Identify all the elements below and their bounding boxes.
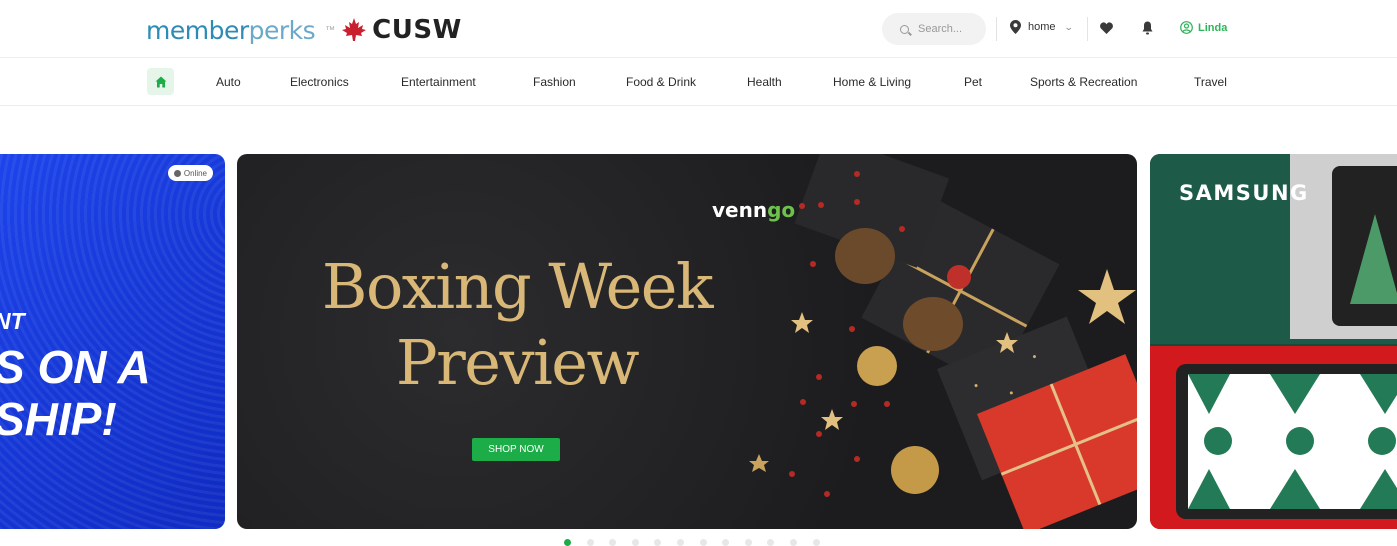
nav-item-fashion[interactable]: Fashion (533, 75, 576, 89)
carousel-slide-next[interactable]: SAMSUNG (1150, 154, 1397, 529)
globe-icon (173, 169, 181, 177)
carousel-dot[interactable] (609, 539, 617, 546)
user-name: Linda (1198, 21, 1228, 34)
search-placeholder: Search... (918, 23, 963, 35)
carousel-dot[interactable] (722, 539, 730, 546)
category-nav: Auto Electronics Entertainment Fashion F… (0, 58, 1397, 106)
bell-icon[interactable] (1142, 21, 1153, 35)
heart-icon[interactable] (1100, 22, 1113, 34)
online-badge: Online (167, 165, 213, 181)
carousel-dot[interactable] (699, 539, 707, 546)
nav-item-auto[interactable]: Auto (216, 75, 241, 89)
carousel-dot[interactable] (564, 539, 571, 546)
search-input[interactable]: Search... (882, 13, 986, 45)
chevron-down-icon: ⌄ (1063, 21, 1074, 32)
brand-separator: ™ (325, 24, 336, 36)
nav-item-entertainment[interactable]: Entertainment (401, 75, 476, 89)
carousel-dot[interactable] (789, 539, 797, 546)
promo-line: SHIP! (0, 393, 117, 445)
venngo-logo: venngo (712, 198, 796, 222)
nav-item-electronics[interactable]: Electronics (290, 75, 349, 89)
home-button[interactable] (147, 68, 174, 95)
nav-item-food-drink[interactable]: Food & Drink (626, 75, 696, 89)
top-header: memberperks ™ CUSW Search... home ⌄ Lind… (0, 0, 1397, 58)
brand-cusw: CUSW (372, 15, 462, 45)
nav-item-travel[interactable]: Travel (1194, 75, 1227, 89)
nav-item-sports-recreation[interactable]: Sports & Recreation (1030, 75, 1137, 89)
home-icon (155, 76, 166, 87)
header-divider (996, 17, 997, 41)
carousel-dot[interactable] (767, 539, 775, 546)
samsung-logo: SAMSUNG (1179, 181, 1309, 205)
promo-line: S ON A (0, 341, 151, 393)
online-badge-label: Online (183, 168, 207, 178)
brand-logo[interactable]: memberperks ™ CUSW (146, 12, 462, 48)
header-divider (1087, 17, 1088, 41)
slide-headline: Preview (395, 326, 640, 399)
brand-memberperks: memberperks (146, 15, 316, 45)
carousel-dot[interactable] (586, 539, 594, 546)
search-icon (900, 24, 909, 34)
promo-line: NT (0, 308, 25, 334)
user-icon (1180, 21, 1193, 34)
nav-item-pet[interactable]: Pet (964, 75, 982, 89)
shop-now-button[interactable]: SHOP NOW (472, 438, 560, 461)
maple-leaf-icon (342, 18, 367, 41)
location-label: home (1028, 21, 1056, 33)
carousel-dot[interactable] (812, 539, 820, 546)
carousel-dot[interactable] (654, 539, 662, 546)
carousel-dot[interactable] (744, 539, 752, 546)
carousel-pagination (564, 539, 835, 546)
carousel-dot[interactable] (676, 539, 684, 546)
map-pin-icon (1010, 20, 1021, 34)
tablet-product-image (1150, 154, 1397, 529)
carousel-dot[interactable] (631, 539, 639, 546)
slide-headline: Boxing Week (321, 250, 714, 323)
hero-carousel: Online NT S ON A SHIP! (0, 154, 1397, 530)
carousel-slide-previous[interactable]: Online NT S ON A SHIP! (0, 154, 225, 529)
nav-item-health[interactable]: Health (747, 75, 782, 89)
nav-item-home-living[interactable]: Home & Living (833, 75, 911, 89)
location-selector[interactable]: home ⌄ (1010, 20, 1074, 34)
carousel-slide-active[interactable]: venngo Boxing Week Preview SHOP NOW (237, 154, 1137, 529)
user-menu[interactable]: Linda (1180, 21, 1227, 34)
